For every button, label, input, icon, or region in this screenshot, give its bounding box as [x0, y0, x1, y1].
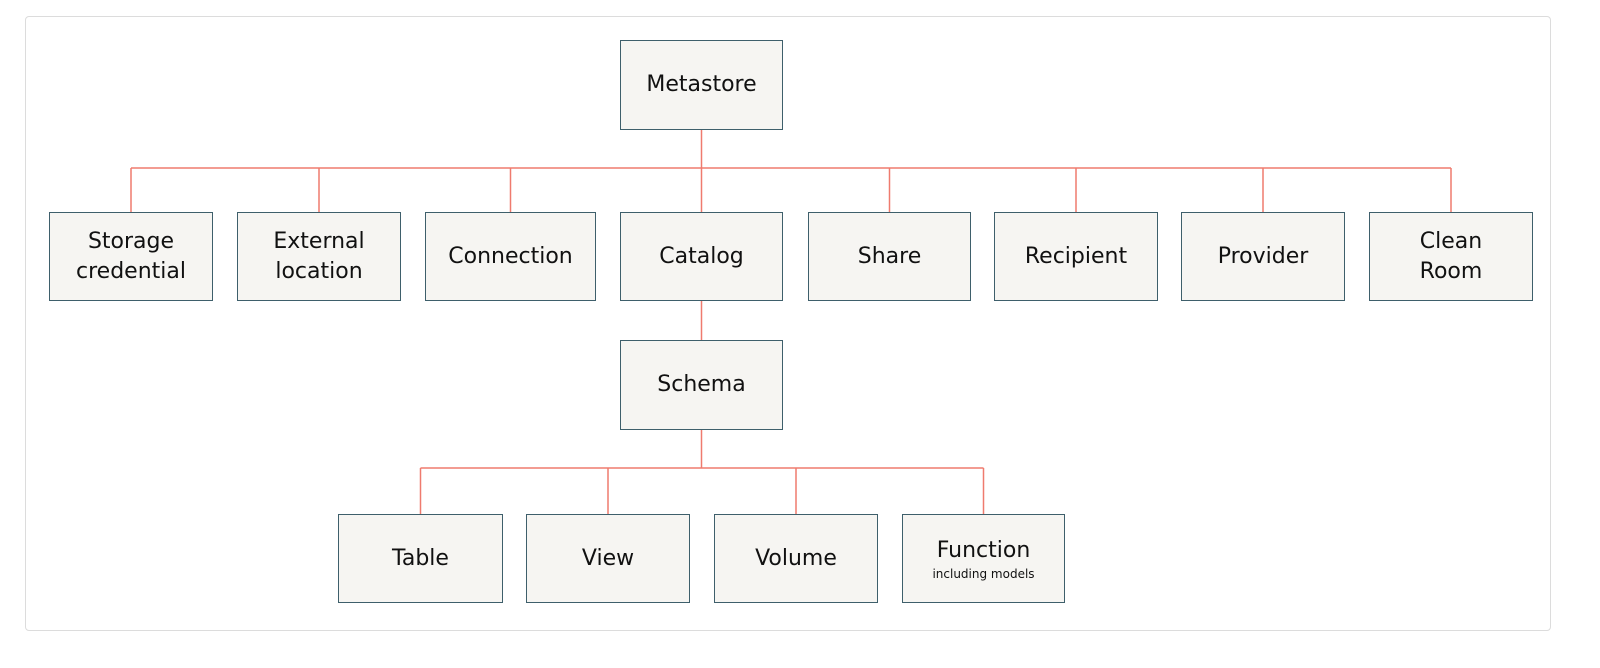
node-label: Connection [448, 243, 573, 269]
node-catalog: Catalog [620, 212, 783, 301]
node-sublabel: including models [932, 566, 1035, 581]
node-label: Clean [1419, 228, 1483, 254]
node-label: Provider [1217, 243, 1309, 269]
node-volume: Volume [714, 514, 878, 603]
node-label: External [273, 228, 365, 254]
node-recipient: Recipient [994, 212, 1158, 301]
node-share: Share [808, 212, 971, 301]
node-label: Recipient [1024, 243, 1128, 269]
node-label: Volume [755, 545, 837, 571]
node-provider: Provider [1181, 212, 1345, 301]
node-function: Function including models [902, 514, 1065, 603]
node-label: credential [76, 258, 186, 284]
node-metastore: Metastore [620, 40, 783, 130]
node-label: Catalog [659, 243, 744, 269]
node-external-location: External location [237, 212, 401, 301]
node-clean-room: Clean Room [1369, 212, 1533, 301]
node-label: View [581, 545, 635, 571]
node-label: Metastore [646, 72, 757, 97]
node-storage-credential: Storage credential [49, 212, 213, 301]
node-label: Storage [87, 228, 175, 254]
node-label: Schema [657, 372, 746, 397]
node-label: Table [392, 545, 449, 571]
node-label: location [275, 258, 363, 284]
node-table: Table [338, 514, 503, 603]
node-connection: Connection [425, 212, 596, 301]
node-schema: Schema [620, 340, 783, 430]
node-label: Room [1419, 258, 1483, 284]
node-label: Function [936, 537, 1031, 563]
node-label: Share [857, 243, 922, 269]
node-view: View [526, 514, 690, 603]
